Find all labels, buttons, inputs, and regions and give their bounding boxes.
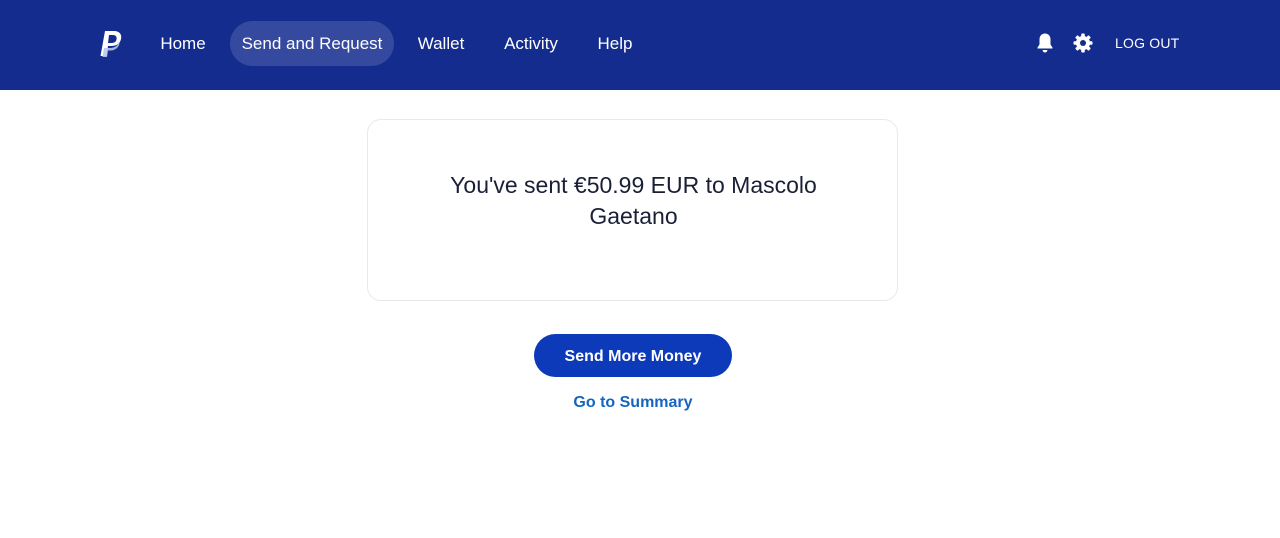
nav-activity[interactable]: Activity [494, 21, 568, 66]
nav-wallet[interactable]: Wallet [408, 21, 474, 66]
confirmation-card: You've sent €50.99 EUR to Mascolo Gaetan… [367, 119, 898, 301]
confirmation-message: You've sent €50.99 EUR to Mascolo Gaetan… [450, 172, 817, 229]
logout-link[interactable]: LOG OUT [1115, 33, 1179, 53]
nav-home[interactable]: Home [151, 21, 215, 66]
go-to-summary-link[interactable]: Go to Summary [540, 393, 726, 413]
nav-send-and-request[interactable]: Send and Request [230, 21, 394, 66]
bell-icon[interactable] [1035, 32, 1055, 54]
send-more-money-button[interactable]: Send More Money [534, 334, 732, 377]
gear-icon[interactable] [1073, 33, 1093, 53]
nav-help[interactable]: Help [588, 21, 642, 66]
paypal-logo-icon[interactable] [98, 29, 124, 59]
top-navigation-bar: Home Send and Request Wallet Activity He… [0, 0, 1280, 90]
